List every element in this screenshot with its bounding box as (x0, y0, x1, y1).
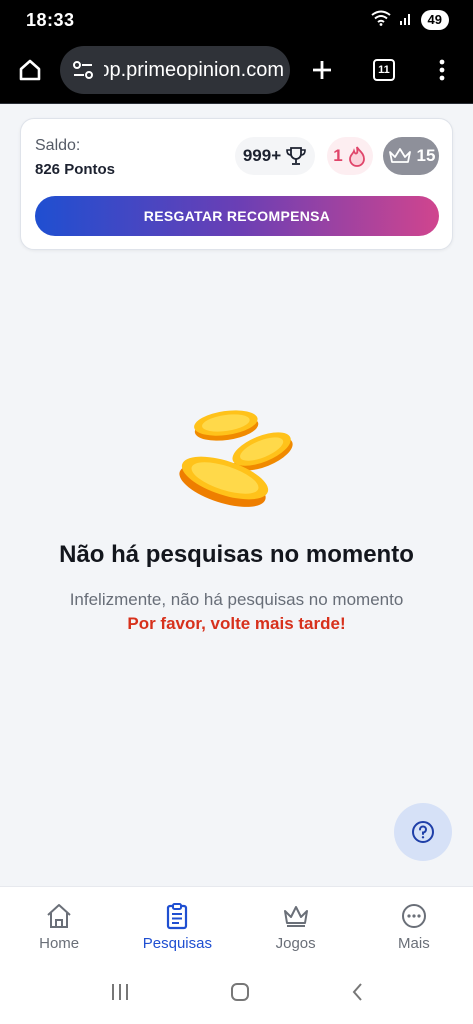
system-back-button[interactable] (350, 981, 364, 1008)
streak-badge[interactable]: 1 (327, 137, 373, 175)
status-bar: 18:33 49 (0, 0, 473, 40)
nav-pesquisas[interactable]: Pesquisas (118, 887, 236, 964)
nav-pesquisas-label: Pesquisas (142, 935, 212, 952)
system-home-button[interactable] (229, 981, 251, 1008)
question-icon (412, 821, 434, 843)
crown-icon (388, 148, 411, 163)
balance-label: Saldo: (35, 137, 81, 154)
browser-menu-button[interactable] (420, 48, 464, 92)
status-icons: 49 (370, 10, 449, 31)
trophy-icon (286, 147, 306, 165)
crown-icon (283, 906, 308, 927)
url-text[interactable]: app.primeopinion.com (104, 59, 284, 82)
nav-jogos-label: Jogos (275, 935, 316, 952)
rank-value: 999+ (242, 146, 282, 165)
site-settings-icon[interactable] (66, 53, 100, 87)
nav-home[interactable]: Home (0, 887, 118, 964)
home-icon (47, 904, 71, 928)
browser-toolbar: app.primeopinion.com 11 (0, 40, 473, 104)
help-button[interactable] (394, 803, 452, 861)
plus-icon (313, 61, 331, 79)
recents-icon (112, 983, 129, 1000)
level-badge[interactable]: 15 (383, 137, 439, 175)
battery-indicator: 49 (420, 10, 449, 30)
balance-card: Saldo: 826 Pontos 999+ 1 15 RESGATAR REC… (20, 118, 453, 250)
system-navigation (0, 964, 473, 1024)
flame-icon (348, 146, 365, 167)
browser-home-button[interactable] (8, 48, 52, 92)
empty-state-title: Não há pesquisas no momento (59, 541, 414, 568)
nav-mais-label: Mais (398, 935, 430, 952)
coins-illustration (179, 410, 293, 507)
back-icon (352, 982, 362, 1001)
level-value: 15 (416, 146, 436, 165)
more-vertical-icon (439, 59, 445, 81)
app-frame: 18:33 49 app.primeopinion.com 11 Saldo: … (0, 0, 473, 1024)
streak-value: 1 (333, 146, 343, 165)
empty-state-subtitle: Infelizmente, não há pesquisas no moment… (69, 590, 404, 609)
balance-value: 826 Pontos (35, 161, 116, 178)
redeem-reward-button[interactable]: RESGATAR RECOMPENSA (35, 196, 439, 236)
recent-apps-button[interactable] (109, 982, 131, 1007)
new-tab-button[interactable] (300, 48, 344, 92)
signal-icon (399, 10, 413, 31)
nav-home-label: Home (39, 935, 80, 952)
wifi-icon (370, 10, 391, 31)
rank-badge[interactable]: 999+ (235, 137, 315, 175)
status-time: 18:33 (26, 9, 75, 30)
home-square-icon (231, 982, 250, 1001)
empty-state-cta: Por favor, volte mais tarde! (127, 614, 346, 633)
home-icon (19, 59, 41, 81)
clipboard-icon (167, 903, 188, 930)
tab-count: 11 (373, 59, 395, 81)
more-icon (401, 904, 426, 928)
address-bar[interactable]: app.primeopinion.com (60, 46, 290, 94)
nav-jogos[interactable]: Jogos (237, 887, 355, 964)
nav-mais[interactable]: Mais (355, 887, 473, 964)
tab-switcher-button[interactable]: 11 (362, 48, 406, 92)
bottom-navigation: Home Pesquisas Jogos Mais (0, 886, 473, 964)
